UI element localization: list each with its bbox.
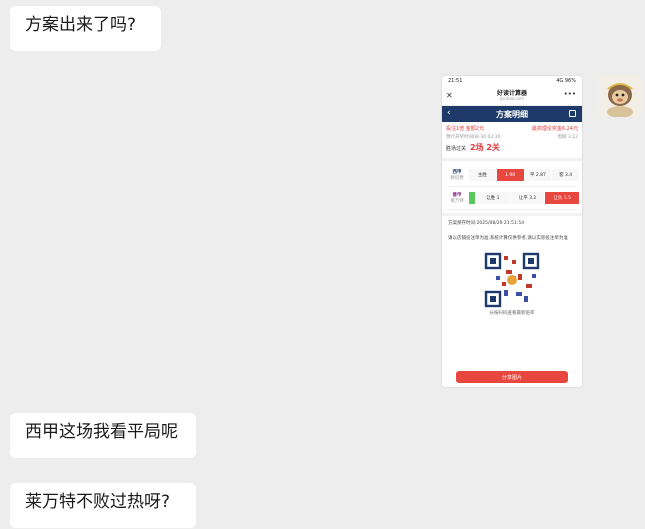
match-list: 西甲 赫塔费 主胜 1.98 平 2.87 客 3.4 意甲 莱万特 让胜 1 … [442, 161, 582, 216]
qr-code-icon [484, 252, 540, 308]
odds-cell: 让胜 1 [476, 192, 510, 204]
message-text: 莱万特不败过热呀? [25, 492, 171, 512]
pass-label: 胜场过关 [446, 146, 467, 152]
app-domain: jisuhao.com [499, 96, 525, 101]
more-icon: ••• [563, 90, 576, 98]
status-bar: 21:51 4G 96% [442, 76, 582, 86]
message-text: 方案出来了吗? [25, 15, 137, 35]
match-league: 意甲 莱万特 [450, 193, 464, 204]
open-time: 预计开奖时间08-30 02:30 [446, 135, 501, 140]
chat-message-bubble[interactable]: 莱万特不败过热呀? [10, 483, 196, 528]
odds-cell: 平 2.87 [524, 169, 552, 181]
plan-info: 投注1倍 金额2元 最高理论奖金6.24元 预计开奖时间08-30 02:30 … [442, 122, 582, 161]
status-indicators: 4G 96% [556, 78, 576, 84]
plan-line: 投注1倍 金额2元 [446, 126, 484, 132]
issue: 周期 3.12 [557, 135, 578, 140]
chat-message-bubble[interactable]: 方案出来了吗? [10, 6, 161, 51]
monkey-avatar-icon [599, 75, 641, 117]
prize-line: 最高理论奖金6.24元 [531, 126, 578, 132]
page-title: 方案明细 [496, 110, 528, 119]
app-bar: ✕ 好读计算器 jisuhao.com ••• [442, 86, 582, 106]
disclaimer-note: 请以店铺投注单为准,系统计算仅供参考,请以实际投注单为准 [448, 236, 568, 241]
image-icon [569, 110, 576, 117]
chat-message-bubble[interactable]: 西甲这场我看平局呢 [10, 413, 196, 458]
status-time: 21:51 [448, 78, 463, 84]
pass-value: 2场 2关 [470, 143, 500, 152]
odds-cell: 客 3.4 [552, 169, 579, 181]
match-row: 意甲 莱万特 让胜 1 让平 3.2 让负 1.5 [445, 187, 580, 210]
odds-cell: 让平 3.2 [510, 192, 545, 204]
nav-bar: ‹ 方案明细 [442, 106, 582, 122]
odds-cell: 主胜 [469, 169, 496, 181]
qr-caption: 长按扫码查看最新赔率 [489, 311, 535, 316]
avatar[interactable] [599, 75, 641, 117]
shared-screenshot-image[interactable]: 21:51 4G 96% ✕ 好读计算器 jisuhao.com ••• ‹ 方… [442, 76, 582, 387]
match-league: 西甲 赫塔费 [450, 170, 464, 181]
odds-cell: 1.98 [496, 169, 524, 181]
share-image-button[interactable]: 分享图片 [456, 371, 568, 383]
save-time: 方案保存时间:2025/08/29 21:51:54 [448, 221, 525, 226]
match-row: 西甲 赫塔费 主胜 1.98 平 2.87 客 3.4 [445, 164, 579, 187]
odds-cell: 让负 1.5 [545, 192, 580, 204]
handicap-marker [469, 192, 475, 204]
message-text: 西甲这场我看平局呢 [25, 422, 178, 442]
